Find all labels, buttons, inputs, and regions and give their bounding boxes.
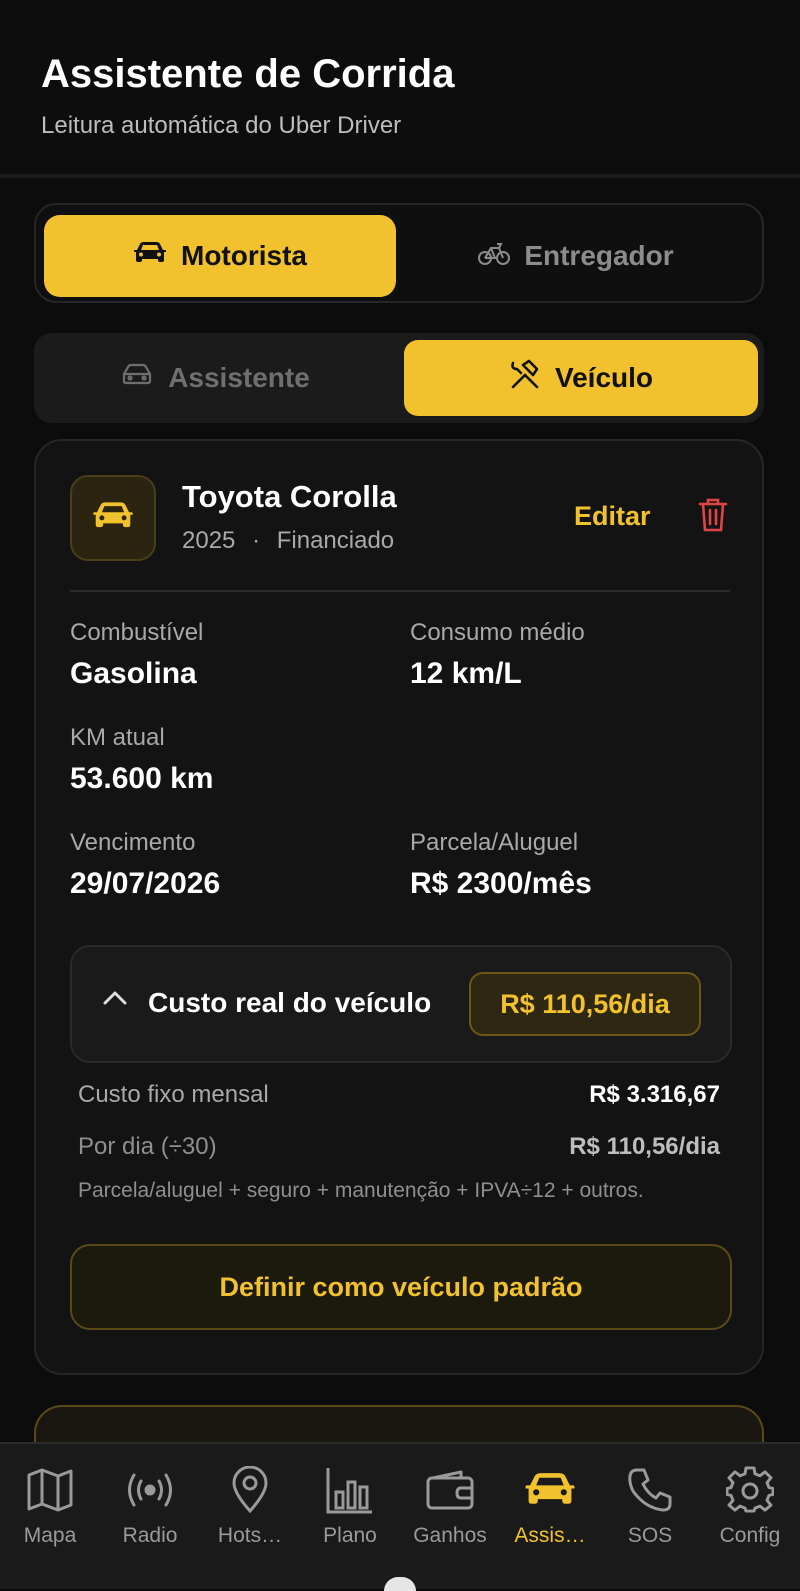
nav-label-mapa: Mapa	[23, 1524, 77, 1547]
vehicle-year: 2025	[182, 527, 236, 554]
daily-cost-badge: R$ 110,56/dia	[469, 972, 701, 1036]
fuel-value: Gasolina	[70, 657, 197, 690]
cost-note: Parcela/aluguel + seguro + manutenção + …	[78, 1179, 644, 1202]
consumption-label: Consumo médio	[410, 619, 585, 646]
daily-cost-value: R$ 110,56/dia	[569, 1133, 720, 1160]
vehicle-name: Toyota Corolla	[182, 479, 397, 514]
cost-title: Custo real do veículo	[148, 987, 432, 1018]
vehicle-meta: 2025 · Financiado	[182, 527, 394, 555]
nav-label-plano: Plano	[323, 1524, 377, 1547]
map-icon	[26, 1464, 74, 1516]
page-subtitle: Leitura automática do Uber Driver	[41, 112, 402, 139]
nav-item-mapa[interactable]: Mapa	[0, 1444, 100, 1564]
mode-motorista-button[interactable]: Motorista	[44, 215, 396, 297]
fixed-cost-value: R$ 3.316,67	[589, 1081, 720, 1108]
nav-item-radio[interactable]: Radio	[100, 1444, 200, 1564]
trash-icon	[698, 498, 728, 537]
nav-item-hotspots[interactable]: Hots…	[200, 1444, 300, 1564]
delete-button[interactable]	[698, 497, 734, 535]
nav-item-assistente[interactable]: Assis…	[500, 1444, 600, 1564]
nav-label-config: Config	[719, 1524, 781, 1547]
due-label: Vencimento	[70, 829, 196, 856]
tools-icon	[509, 359, 541, 398]
fuel-label: Combustível	[70, 619, 204, 646]
set-default-vehicle-button[interactable]: Definir como veículo padrão	[70, 1244, 732, 1330]
chevron-up-icon	[102, 989, 128, 1012]
km-label: KM atual	[70, 724, 165, 751]
mode-switch: Motorista Entregador	[34, 203, 764, 303]
wallet-icon	[425, 1464, 475, 1516]
sub-tabs: Assistente Veículo	[34, 333, 764, 423]
bottom-nav: Mapa Radio Hots… Plano Ganhos Assis… SOS…	[0, 1442, 800, 1589]
divider	[70, 590, 730, 592]
nav-item-config[interactable]: Config	[700, 1444, 800, 1564]
car-icon	[524, 1464, 576, 1516]
vehicle-card: Toyota Corolla 2025 · Financiado Editar …	[34, 439, 764, 1375]
vehicle-financing: Financiado	[276, 527, 395, 554]
consumption-value: 12 km/L	[410, 657, 522, 690]
meta-separator: ·	[252, 527, 261, 554]
mode-motorista-label: Motorista	[181, 240, 307, 271]
bike-icon	[478, 240, 511, 273]
app-header: Assistente de Corrida Leitura automática…	[0, 0, 800, 178]
phone-icon	[627, 1464, 673, 1516]
tab-assistente-label: Assistente	[168, 362, 310, 393]
nav-item-ganhos[interactable]: Ganhos	[400, 1444, 500, 1564]
tab-veiculo-label: Veículo	[554, 362, 654, 393]
mode-entregador-button[interactable]: Entregador	[400, 215, 752, 297]
nav-label-radio: Radio	[122, 1524, 178, 1547]
page-title: Assistente de Corrida	[41, 52, 455, 96]
car-icon	[92, 501, 134, 536]
nav-item-sos[interactable]: SOS	[600, 1444, 700, 1564]
edit-button[interactable]: Editar	[574, 501, 651, 532]
bar-chart-icon	[325, 1464, 375, 1516]
installment-label: Parcela/Aluguel	[410, 829, 579, 856]
nav-label-sos: SOS	[627, 1524, 673, 1547]
tab-assistente[interactable]: Assistente	[38, 340, 392, 416]
cost-accordion[interactable]: Custo real do veículo R$ 110,56/dia	[70, 945, 732, 1063]
fixed-cost-label: Custo fixo mensal	[78, 1081, 269, 1108]
installment-value: R$ 2300/mês	[410, 867, 592, 900]
location-pin-icon	[231, 1464, 269, 1516]
due-value: 29/07/2026	[70, 867, 221, 900]
car-icon	[133, 240, 167, 272]
vehicle-avatar	[70, 475, 156, 561]
car-outline-icon	[120, 362, 154, 394]
nav-item-plano[interactable]: Plano	[300, 1444, 400, 1564]
nav-label-assistente: Assis…	[514, 1524, 586, 1547]
nav-label-hotspots: Hots…	[217, 1524, 283, 1547]
gear-icon	[726, 1464, 774, 1516]
tab-veiculo[interactable]: Veículo	[404, 340, 758, 416]
nav-label-ganhos: Ganhos	[413, 1524, 487, 1547]
mode-entregador-label: Entregador	[524, 240, 674, 271]
radio-icon	[122, 1464, 178, 1516]
daily-cost-label: Por dia (÷30)	[78, 1133, 217, 1160]
km-value: 53.600 km	[70, 762, 214, 795]
